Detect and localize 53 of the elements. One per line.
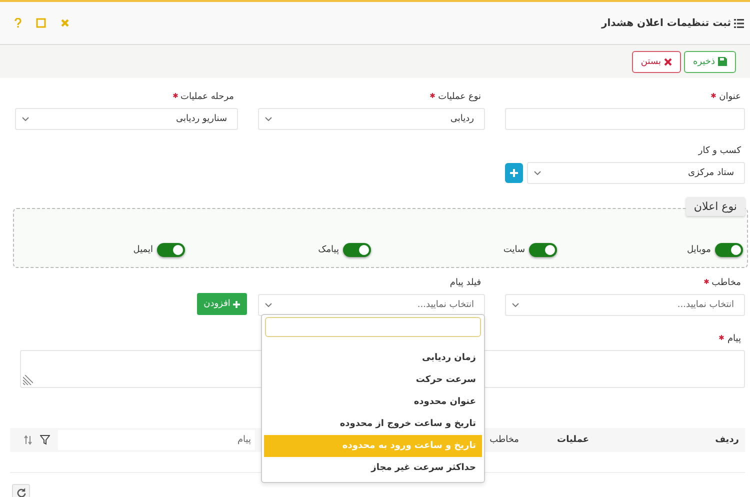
- resize-grip-icon: [23, 375, 33, 385]
- chevron-down-icon: [265, 117, 272, 121]
- add-button[interactable]: [505, 163, 523, 183]
- chevron-down-icon: [265, 303, 272, 307]
- toolbar-button[interactable]: ذخیره: [684, 50, 736, 72]
- dropdown-option[interactable]: تاریخ و ساعت خروج از محدوده: [264, 413, 482, 435]
- list-icon: [734, 18, 744, 28]
- toggle-label: سایت: [503, 245, 525, 255]
- help-icon[interactable]: [14, 18, 22, 28]
- toggle-label: پیامک: [318, 245, 339, 255]
- dropdown-option[interactable]: سرعت حرکت: [264, 369, 482, 391]
- toolbar-button[interactable]: بستن: [632, 50, 682, 72]
- field-label: مخاطب: [712, 278, 741, 288]
- maximize-icon[interactable]: [36, 18, 46, 28]
- chevron-down-icon: [534, 171, 541, 175]
- toggle-switch[interactable]: [529, 243, 557, 257]
- field-label: فیلد پیام: [450, 278, 481, 288]
- plus-icon: [510, 169, 518, 177]
- field-label: عنوان: [719, 92, 741, 102]
- toggle-label: موبایل: [686, 245, 711, 255]
- select-field[interactable]: ردیابی: [258, 108, 485, 130]
- close-icon[interactable]: [60, 18, 70, 28]
- toggle-label: ایمیل: [133, 245, 153, 255]
- toggle-switch[interactable]: [157, 243, 185, 257]
- refresh-icon: [16, 488, 26, 496]
- select-field[interactable]: انتخاب نمایید...: [258, 294, 485, 316]
- dropdown-option[interactable]: حداکثر سرعت غیر مجاز: [264, 457, 482, 479]
- toggle-switch[interactable]: [343, 243, 371, 257]
- column-header[interactable]: عملیات: [519, 435, 589, 445]
- filter-icon[interactable]: [40, 435, 50, 445]
- window-title: ثبت تنظیمات اعلان هشدار: [602, 18, 744, 28]
- field-label: کسب و کار: [698, 146, 741, 156]
- plus-icon: [233, 300, 240, 308]
- text-field[interactable]: [505, 108, 745, 130]
- chevron-down-icon: [22, 117, 29, 121]
- dropdown-option[interactable]: زمان ردیابی: [264, 347, 482, 369]
- sort-icon[interactable]: [24, 435, 32, 445]
- floppy-icon: [718, 57, 727, 66]
- close-icon: [664, 58, 672, 66]
- select-field[interactable]: انتخاب نمایید...: [505, 294, 745, 316]
- refresh-button[interactable]: [12, 484, 30, 497]
- panel-legend: نوع اعلان: [686, 197, 745, 216]
- chevron-down-icon: [512, 303, 519, 307]
- search-field[interactable]: [265, 317, 481, 337]
- filter-field[interactable]: پیام: [58, 430, 255, 450]
- dropdown-option[interactable]: عنوان محدوده: [264, 391, 482, 413]
- field-label: نوع عملیات: [438, 92, 481, 102]
- select-field[interactable]: سناریو ردیابی: [15, 108, 238, 130]
- select-field[interactable]: ستاد مرکزی: [527, 162, 745, 184]
- column-header[interactable]: ردیف: [589, 435, 739, 445]
- field-label: مرحله عملیات: [180, 92, 234, 102]
- field-label: پیام: [727, 334, 741, 344]
- toggle-switch[interactable]: [715, 243, 743, 257]
